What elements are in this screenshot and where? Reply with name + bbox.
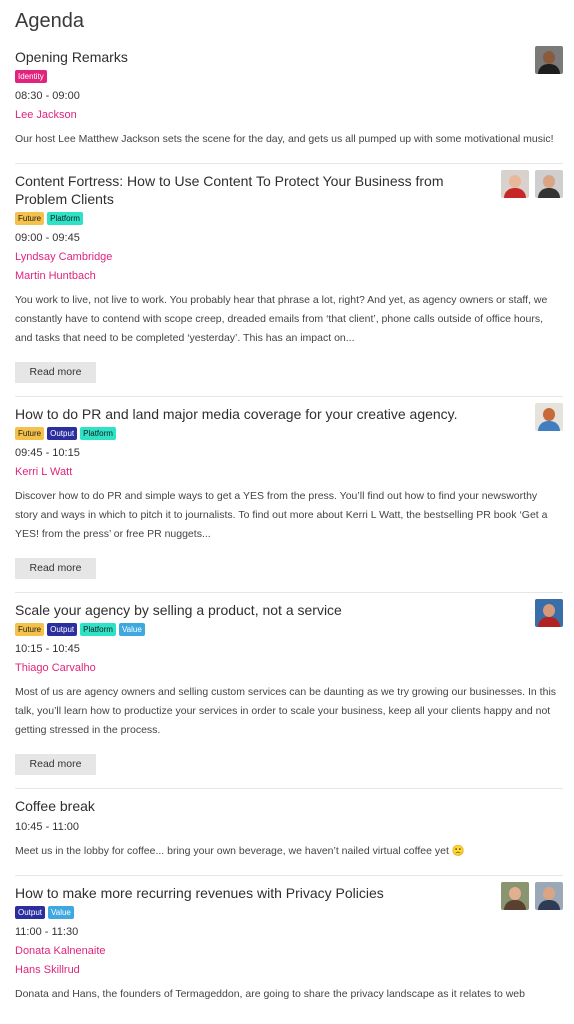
- tag-badge: Future: [15, 427, 45, 440]
- session-title: Opening Remarks: [15, 49, 128, 65]
- tag-list: Future Platform: [15, 212, 563, 226]
- speaker-link[interactable]: Lee Jackson: [15, 107, 563, 123]
- avatar[interactable]: [501, 170, 529, 198]
- tag-badge: Value: [118, 623, 145, 636]
- read-more-button[interactable]: Read more: [15, 558, 96, 579]
- session-title: How to make more recurring revenues with…: [15, 885, 384, 901]
- session-time: 08:30 - 09:00: [15, 90, 80, 102]
- session-item: Scale your agency by selling a product, …: [15, 593, 563, 789]
- session-time: 11:00 - 11:30: [15, 926, 79, 938]
- tag-badge: Future: [15, 212, 45, 225]
- speaker-avatars: [535, 403, 563, 431]
- page-title: Agenda: [15, 10, 84, 32]
- speaker-link[interactable]: Hans Skillrud: [15, 962, 563, 978]
- avatar[interactable]: [501, 882, 529, 910]
- session-item: How to make more recurring revenues with…: [15, 876, 563, 1018]
- avatar[interactable]: [535, 46, 563, 74]
- tag-badge: Platform: [80, 623, 116, 636]
- read-more-button[interactable]: Read more: [15, 754, 96, 775]
- speaker-link[interactable]: Kerri L Watt: [15, 464, 563, 480]
- tag-badge: Platform: [47, 212, 83, 225]
- avatar[interactable]: [535, 882, 563, 910]
- tag-badge: Platform: [80, 427, 116, 440]
- speaker-link[interactable]: Lyndsay Cambridge: [15, 249, 563, 265]
- session-time: 09:45 - 10:15: [15, 447, 80, 459]
- speaker-avatars: [535, 599, 563, 627]
- session-description: Donata and Hans, the founders of Termage…: [15, 988, 525, 1000]
- session-title: Scale your agency by selling a product, …: [15, 602, 342, 618]
- speaker-link[interactable]: Martin Huntbach: [15, 268, 563, 284]
- session-item: Coffee break 10:45 - 11:00 Meet us in the …: [15, 789, 563, 876]
- session-time: 09:00 - 09:45: [15, 232, 80, 244]
- tag-list: Identity: [15, 70, 563, 84]
- speaker-avatars: [501, 170, 563, 198]
- tag-badge: Value: [48, 906, 74, 919]
- session-item: How to do PR and land major media covera…: [15, 397, 563, 593]
- read-more-button[interactable]: Read more: [15, 362, 96, 383]
- session-item: Content Fortress: How to Use Content To …: [15, 164, 563, 397]
- speaker-link[interactable]: Thiago Carvalho: [15, 660, 563, 676]
- session-item: Opening Remarks Identity 08:30 - 09:00 Lee …: [15, 40, 563, 164]
- tag-badge: Identity: [15, 70, 47, 83]
- session-time: 10:45 - 11:00: [15, 821, 80, 833]
- session-description: Our host Lee Matthew Jackson sets the sc…: [15, 133, 554, 145]
- speaker-avatars: [501, 882, 563, 910]
- avatar[interactable]: [535, 403, 563, 431]
- avatar[interactable]: [535, 170, 563, 198]
- tag-list: Future Output Platform Value: [15, 623, 563, 637]
- speaker-avatars: [535, 46, 563, 74]
- tag-list: Output Value: [15, 906, 563, 920]
- session-title: How to do PR and land major media covera…: [15, 406, 458, 422]
- tag-badge: Output: [47, 623, 78, 636]
- session-description: Most of us are agency owners and selling…: [15, 686, 557, 736]
- tag-badge: Output: [15, 906, 46, 919]
- session-description: Meet us in the lobby for coffee... bring…: [15, 845, 465, 857]
- session-list: Opening Remarks Identity 08:30 - 09:00 Lee …: [15, 40, 563, 1018]
- tag-list: Future Output Platform: [15, 427, 563, 441]
- avatar[interactable]: [535, 599, 563, 627]
- session-title: Content Fortress: How to Use Content To …: [15, 173, 444, 207]
- tag-badge: Future: [15, 623, 45, 636]
- tag-badge: Output: [47, 427, 78, 440]
- speaker-link[interactable]: Donata Kalnenaite: [15, 943, 563, 959]
- session-title: Coffee break: [15, 798, 95, 814]
- session-description: Discover how to do PR and simple ways to…: [15, 490, 548, 540]
- agenda-page: Agenda Opening Remarks Identity 08:30 - 09…: [0, 0, 574, 1018]
- session-time: 10:15 - 10:45: [15, 643, 80, 655]
- session-description: You work to live, not live to work. You …: [15, 294, 548, 344]
